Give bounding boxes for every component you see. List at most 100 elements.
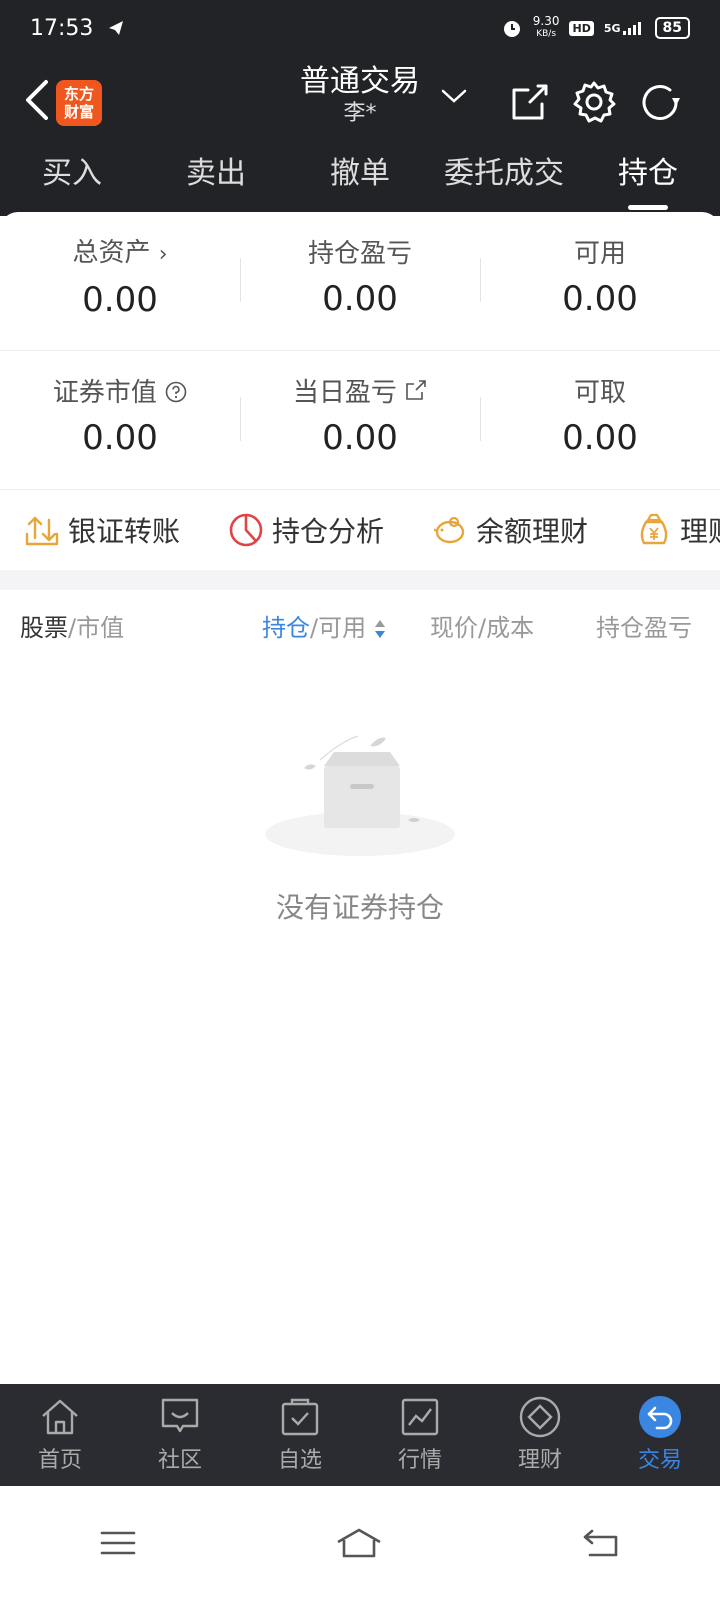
nav-wealth-label: 理财 — [517, 1448, 562, 1473]
system-nav-bar — [0, 1486, 720, 1600]
share-icon[interactable] — [508, 80, 552, 124]
chevron-right-icon: › — [158, 242, 168, 267]
tab-sell[interactable]: 卖出 — [144, 144, 288, 216]
market-value-value: 0.00 — [82, 418, 158, 458]
col-holding-sort[interactable]: 持仓/可用 — [262, 608, 386, 643]
telegram-icon — [109, 21, 124, 35]
tab-cancel-order[interactable]: 撤单 — [288, 144, 432, 216]
bottom-nav: 首页 社区 自选 行情 理财 交易 — [0, 1384, 720, 1486]
col-stock-label: 股票 — [20, 614, 68, 642]
transfer-icon — [25, 516, 59, 546]
col-stock: 股票/市值 — [20, 608, 124, 643]
wealth-icon — [519, 1396, 561, 1438]
nav-home-label: 首页 — [37, 1448, 82, 1473]
net-speed-value: 9.30 — [532, 14, 560, 28]
market-icon — [401, 1398, 439, 1436]
withdrawable-value: 0.00 — [562, 418, 638, 458]
position-pnl-value: 0.00 — [322, 279, 398, 319]
nav-community-label: 社区 — [157, 1448, 202, 1473]
nav-watchlist[interactable]: 自选 — [240, 1384, 360, 1486]
tab-positions[interactable]: 持仓 — [576, 144, 720, 216]
nav-market-label: 行情 — [397, 1448, 442, 1473]
network-type: 5G — [604, 21, 645, 35]
tab-buy[interactable]: 买入 — [0, 144, 144, 216]
menu-icon[interactable] — [100, 1528, 136, 1558]
money-bag-icon — [640, 513, 668, 545]
signal-icon — [622, 22, 641, 35]
home-icon — [42, 1399, 78, 1435]
app-header: 东方 财富 普通交易 李* — [0, 56, 720, 144]
community-icon — [161, 1398, 199, 1433]
nav-wealth[interactable]: 理财 — [480, 1384, 600, 1486]
top-area: 17:53 9.30 KB/s HD 5G 85 东方 财富 普通交易 李* 买… — [0, 0, 720, 216]
nav-home[interactable]: 首页 — [0, 1384, 120, 1486]
section-divider — [0, 570, 720, 590]
available-label: 可用 — [573, 239, 626, 269]
empty-box-icon — [265, 735, 455, 856]
tab-orders-trades[interactable]: 委托成交 — [432, 144, 576, 216]
help-icon[interactable] — [165, 381, 187, 403]
daily-pnl-label-wrap: 当日盈亏 — [240, 375, 480, 411]
alarm-icon — [503, 21, 520, 37]
quick-actions: 银证转账 持仓分析 余额理财 理财 — [0, 490, 720, 570]
quick-position-analysis-label: 持仓分析 — [272, 515, 385, 548]
status-bar: 17:53 9.30 KB/s HD 5G 85 — [0, 0, 720, 56]
chevron-down-icon[interactable] — [440, 86, 468, 106]
positions-panel: 总资产 › 0.00 持仓盈亏 0.00 可用 0.00 证券市值 0.00 当… — [0, 212, 720, 926]
withdrawable-label: 可取 — [573, 378, 626, 408]
col-holding-label: 持仓 — [262, 614, 310, 642]
position-pnl-label: 持仓盈亏 — [307, 239, 412, 269]
market-value: 证券市值 0.00 — [0, 375, 240, 465]
stats-row-1: 总资产 › 0.00 持仓盈亏 0.00 可用 0.00 — [0, 212, 720, 351]
daily-pnl[interactable]: 当日盈亏 0.00 — [240, 375, 480, 465]
trade-icon — [639, 1396, 681, 1438]
watchlist-icon — [281, 1398, 319, 1436]
col-price-cost[interactable]: 现价/成本 — [430, 608, 534, 643]
stats-row-2: 证券市值 0.00 当日盈亏 0.00 可取 0.00 — [0, 351, 720, 490]
col-position-pnl[interactable]: 持仓盈亏 — [596, 608, 700, 643]
daily-pnl-label: 当日盈亏 — [292, 378, 397, 408]
total-assets-label-wrap: 总资产 › — [0, 235, 240, 273]
quick-wealth-label: 理财 — [680, 515, 720, 548]
empty-message: 没有证券持仓 — [275, 891, 444, 924]
available-funds: 可用 0.00 — [480, 236, 720, 326]
quick-position-analysis[interactable]: 持仓分析 — [228, 510, 384, 550]
empty-state: 没有证券持仓 — [0, 656, 720, 926]
nav-watchlist-label: 自选 — [277, 1448, 322, 1473]
net-speed: 9.30 KB/s — [532, 14, 560, 40]
market-value-label-wrap: 证券市值 — [0, 375, 240, 411]
col-market-value-label: /市值 — [68, 614, 125, 642]
quick-balance-wealth-label: 余额理财 — [476, 515, 589, 548]
piggy-bank-icon — [434, 516, 465, 544]
nav-trade[interactable]: 交易 — [600, 1384, 720, 1486]
battery-level: 85 — [654, 17, 690, 39]
col-available-label: /可用 — [310, 614, 367, 642]
daily-pnl-value: 0.00 — [322, 418, 398, 458]
quick-balance-wealth[interactable]: 余额理财 — [432, 510, 588, 550]
refresh-icon[interactable] — [638, 80, 682, 124]
net-speed-unit: KB/s — [536, 29, 557, 39]
back-gesture-icon[interactable] — [582, 1528, 620, 1558]
pie-chart-icon — [229, 513, 263, 547]
sort-icon — [374, 620, 385, 638]
total-assets-label: 总资产 — [72, 238, 151, 268]
hd-badge: HD — [569, 20, 594, 36]
total-assets-value: 0.00 — [82, 280, 158, 320]
position-pnl: 持仓盈亏 0.00 — [240, 236, 480, 326]
gear-icon[interactable] — [572, 80, 616, 124]
nav-community[interactable]: 社区 — [120, 1384, 240, 1486]
quick-bank-transfer[interactable]: 银证转账 — [24, 510, 180, 550]
market-value-label: 证券市值 — [52, 378, 157, 408]
external-link-icon — [406, 380, 426, 400]
nav-trade-label: 交易 — [637, 1448, 682, 1473]
status-time: 17:53 — [30, 15, 94, 41]
network-label: 5G — [603, 22, 621, 35]
available-value: 0.00 — [562, 279, 638, 319]
trade-tabs: 买入 卖出 撤单 委托成交 持仓 — [0, 144, 720, 216]
quick-wealth[interactable]: 理财 — [636, 510, 720, 550]
quick-bank-transfer-label: 银证转账 — [68, 515, 181, 548]
home-gesture-icon[interactable] — [335, 1526, 383, 1560]
positions-table-header: 股票/市值 持仓/可用 现价/成本 持仓盈亏 — [0, 590, 720, 656]
nav-market[interactable]: 行情 — [360, 1384, 480, 1486]
total-assets[interactable]: 总资产 › 0.00 — [0, 235, 240, 327]
